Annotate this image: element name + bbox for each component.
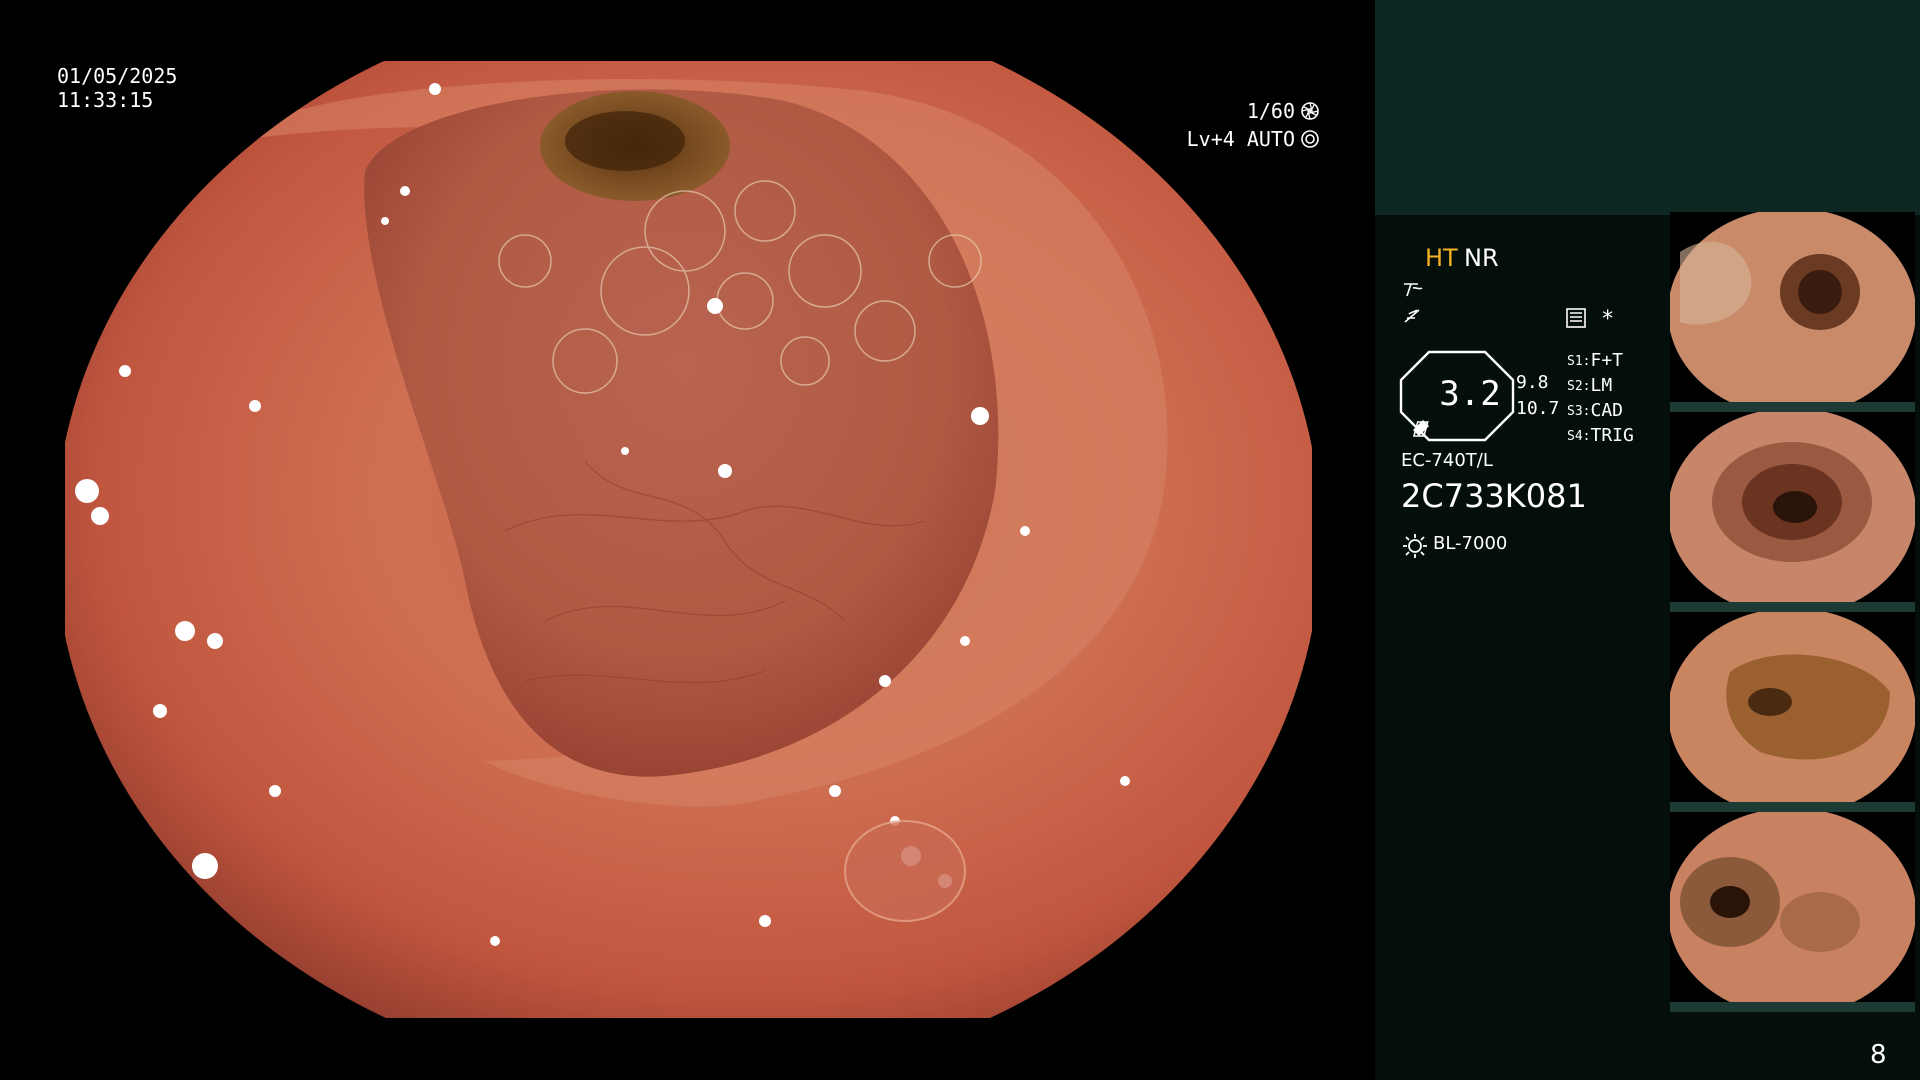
switch-2-value: LM	[1590, 375, 1613, 396]
switch-2: S2:LM	[1567, 375, 1612, 396]
switch-3-key: S3:	[1567, 404, 1591, 419]
thumbnail-image	[1670, 612, 1915, 812]
thumbnail-capture-2[interactable]	[1670, 412, 1915, 612]
scope-model: EC-740T/L	[1401, 450, 1493, 471]
mode-indicator-ht: HT	[1425, 244, 1458, 272]
structure-enhance-icon	[1404, 283, 1423, 297]
thumbnail-bar	[1670, 1002, 1915, 1012]
star-marker: *	[1601, 307, 1615, 332]
zoom-value: 3.2	[1439, 374, 1501, 414]
panel-header-area	[1375, 0, 1920, 215]
aperture-icon	[1301, 102, 1319, 120]
scope-serial-number: 2C733K081	[1401, 477, 1587, 515]
thumbnail-bar	[1670, 602, 1915, 612]
thumbnail-capture-4[interactable]	[1670, 812, 1915, 1012]
info-panel: HT NR * 3.2 9.8 10.7 S1:F+T S2:LM S3:CAD…	[1375, 0, 1920, 1080]
switch-1: S1:F+T	[1567, 350, 1623, 371]
switch-4: S4:TRIG	[1567, 425, 1634, 446]
readout-b: 10.7	[1516, 398, 1560, 419]
switch-1-key: S1:	[1567, 354, 1591, 369]
thumbnail-image	[1670, 412, 1915, 612]
switch-4-value: TRIG	[1590, 425, 1634, 446]
light-source-model: BL-7000	[1433, 533, 1508, 554]
endoscope-live-view[interactable]	[65, 61, 1312, 1018]
capture-time: 11:33:15	[57, 88, 154, 112]
thumbnail-bar	[1670, 402, 1915, 412]
thumbnail-capture-3[interactable]	[1670, 612, 1915, 812]
auto-iris-icon	[1301, 130, 1319, 148]
brightness-level: Lv+4 AUTO	[1186, 127, 1295, 151]
switch-4-key: S4:	[1567, 429, 1591, 444]
endoscopy-screen: 01/05/2025 11:33:15 1/60 Lv+4 AUTO HT NR…	[0, 0, 1920, 1080]
thumbnail-bar	[1670, 802, 1915, 812]
shutter-speed: 1/60	[1246, 99, 1295, 123]
thumbnail-capture-1[interactable]	[1670, 212, 1915, 412]
page-number: 8	[1870, 1040, 1887, 1070]
capture-date: 01/05/2025	[57, 64, 178, 88]
switch-1-value: F+T	[1590, 350, 1623, 371]
readout-a: 9.8	[1516, 372, 1549, 393]
freeze-icon	[1404, 309, 1420, 323]
switch-3: S3:CAD	[1567, 400, 1623, 421]
thumbnail-image	[1670, 212, 1915, 412]
switch-2-key: S2:	[1567, 379, 1591, 394]
record-icon	[1566, 308, 1586, 328]
thumbnail-image	[1670, 812, 1915, 1012]
light-source-icon	[1403, 534, 1427, 558]
switch-3-value: CAD	[1590, 400, 1623, 421]
mode-indicator-nr: NR	[1464, 244, 1499, 272]
mucosa-image	[65, 61, 1312, 1018]
